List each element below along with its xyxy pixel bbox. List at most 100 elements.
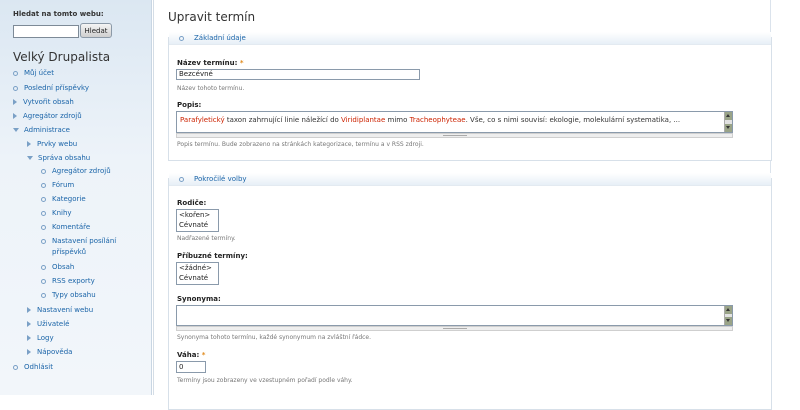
nav-item-categories[interactable]: Kategorie	[41, 195, 86, 203]
nav-item-site-building[interactable]: Prvky webu	[27, 140, 77, 148]
nav-item-administration[interactable]: Administrace	[13, 126, 70, 134]
nav-item-recent-posts[interactable]: Poslední příspěvky	[13, 84, 89, 92]
leaf-bullet-icon	[41, 292, 46, 298]
leaf-bullet-icon	[41, 196, 46, 202]
basic-legend[interactable]: Základní údaje	[179, 34, 246, 42]
nav-link[interactable]: Nápověda	[37, 348, 72, 356]
nav-link[interactable]: Administrace	[24, 126, 70, 134]
select-option[interactable]: Cévnaté	[177, 273, 218, 283]
nav-link[interactable]: Komentáře	[52, 223, 90, 231]
nav-link[interactable]: Uživatelé	[37, 320, 69, 328]
description-resize-grip[interactable]	[176, 133, 733, 138]
grip-lines-icon	[442, 328, 467, 330]
nav-item-books[interactable]: Knihy	[41, 209, 72, 217]
site-name: Velký Drupalista	[13, 50, 111, 64]
advanced-fieldset: Pokročilé volby	[168, 173, 772, 410]
nav-link[interactable]: Nastavení webu	[37, 306, 93, 314]
nav-link[interactable]: Knihy	[52, 209, 72, 217]
link-tracheophyteae[interactable]: Tracheophyteae	[410, 116, 466, 124]
nav-item-content-management[interactable]: Správa obsahu	[27, 154, 90, 162]
sidebar: Hledat na tomto webu: Hledat Velký Drupa…	[0, 0, 152, 395]
nav-item-my-account[interactable]: Můj účet	[13, 69, 54, 77]
leaf-bullet-icon	[13, 364, 18, 370]
nav-item-users[interactable]: Uživatelé	[27, 320, 69, 328]
collapsed-arrow-icon	[27, 307, 31, 313]
link-viridiplantae[interactable]: Viridiplantae	[341, 116, 385, 124]
nav-link[interactable]: Fórum	[52, 181, 74, 189]
nav-item-forum[interactable]: Fórum	[41, 181, 74, 189]
nav-link[interactable]: Odhlásit	[24, 363, 53, 371]
description-scrollbar[interactable]	[724, 112, 732, 132]
legend-label[interactable]: Základní údaje	[194, 34, 246, 42]
fieldset-header	[169, 173, 771, 186]
expanded-arrow-icon	[13, 128, 19, 132]
nav-item-post-settings[interactable]: Nastavení posílání	[41, 237, 116, 245]
select-option[interactable]: <žádné>	[177, 263, 218, 273]
nav-link[interactable]: Agregátor zdrojů	[23, 112, 82, 120]
weight-description: Termíny jsou zobrazeny ve vzestupném poř…	[177, 377, 353, 384]
search-input[interactable]	[13, 25, 79, 38]
synonyms-textarea[interactable]	[176, 305, 733, 326]
scroll-down-icon[interactable]	[725, 124, 732, 132]
weight-label: Váha: *	[177, 351, 206, 359]
nav-item-help[interactable]: Nápověda	[27, 348, 72, 356]
nav-link[interactable]: Typy obsahu	[52, 291, 96, 299]
related-terms-label: Příbuzné termíny:	[177, 252, 248, 260]
nav-item-aggregator[interactable]: Agregátor zdrojů	[13, 112, 82, 120]
search-label: Hledat na tomto webu:	[13, 10, 104, 18]
nav-link[interactable]: Správa obsahu	[38, 154, 90, 162]
select-option[interactable]: Cévnaté	[177, 220, 218, 230]
nav-item-post-settings-cont[interactable]: příspěvků	[52, 248, 86, 256]
collapsed-arrow-icon	[27, 141, 31, 147]
nav-item-feed-aggregator[interactable]: Agregátor zdrojů	[41, 167, 111, 175]
advanced-legend[interactable]: Pokročilé volby	[179, 175, 247, 183]
weight-input[interactable]	[176, 361, 206, 373]
term-name-input[interactable]	[176, 69, 420, 80]
fieldset-header	[169, 32, 771, 45]
nav-link[interactable]: Vytvořit obsah	[23, 98, 74, 106]
nav-item-site-configuration[interactable]: Nastavení webu	[27, 306, 93, 314]
select-option[interactable]: <kořen>	[177, 210, 218, 220]
nav-item-logout[interactable]: Odhlásit	[13, 363, 53, 371]
nav-link[interactable]: Nastavení posílání	[52, 237, 116, 245]
scroll-up-icon[interactable]	[725, 112, 732, 120]
scroll-up-icon[interactable]	[725, 306, 732, 314]
link-parafyletic[interactable]: Parafyletický	[180, 116, 225, 124]
nav-link[interactable]: Prvky webu	[37, 140, 77, 148]
synonyms-scrollbar[interactable]	[724, 306, 732, 325]
leaf-bullet-icon	[13, 85, 18, 91]
nav-link[interactable]: Poslední příspěvky	[24, 84, 89, 92]
parents-select[interactable]: <kořen> Cévnaté	[176, 209, 219, 232]
collapsed-arrow-icon	[27, 321, 31, 327]
nav-item-content-types[interactable]: Typy obsahu	[41, 291, 96, 299]
synonyms-label: Synonyma:	[177, 295, 221, 303]
term-name-description: Název tohoto termínu.	[177, 85, 245, 92]
synonyms-resize-grip[interactable]	[176, 326, 733, 331]
search-button[interactable]: Hledat	[80, 23, 112, 38]
scroll-down-icon[interactable]	[725, 317, 732, 325]
nav-link[interactable]: Logy	[37, 334, 54, 342]
nav-link[interactable]: RSS exporty	[52, 277, 95, 285]
nav-item-create-content[interactable]: Vytvořit obsah	[13, 98, 74, 106]
legend-bullet-icon	[179, 35, 184, 41]
collapsed-arrow-icon	[13, 99, 17, 105]
related-terms-select[interactable]: <žádné> Cévnaté	[176, 262, 219, 285]
nav-item-rss-exports[interactable]: RSS exporty	[41, 277, 95, 285]
nav-link[interactable]: Můj účet	[24, 69, 54, 77]
nav-link[interactable]: příspěvků	[52, 248, 86, 256]
description-textarea[interactable]: Parafyletický taxon zahrnující linie nál…	[176, 111, 733, 133]
leaf-bullet-icon	[41, 264, 46, 270]
nav-link[interactable]: Agregátor zdrojů	[52, 167, 111, 175]
leaf-bullet-icon	[41, 278, 46, 284]
grip-lines-icon	[442, 135, 467, 137]
legend-label[interactable]: Pokročilé volby	[194, 175, 247, 183]
nav-item-comments[interactable]: Komentáře	[41, 223, 90, 231]
description-help: Popis termínu. Bude zobrazeno na stránká…	[177, 141, 424, 148]
page-title: Upravit termín	[168, 10, 256, 24]
nav-link[interactable]: Obsah	[52, 263, 74, 271]
nav-link[interactable]: Kategorie	[52, 195, 86, 203]
nav-item-content[interactable]: Obsah	[41, 263, 74, 271]
description-label: Popis:	[177, 101, 202, 109]
parents-description: Nadřazené termíny.	[177, 235, 236, 242]
nav-item-logs[interactable]: Logy	[27, 334, 54, 342]
